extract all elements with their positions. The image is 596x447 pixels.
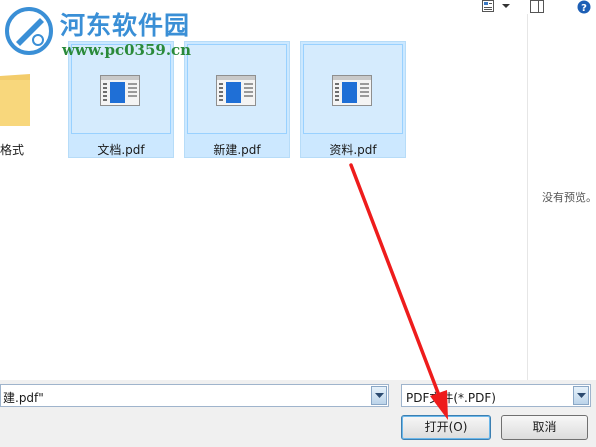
preview-pane-icon[interactable]	[530, 0, 544, 13]
preview-pane: 没有预览。	[528, 14, 596, 380]
file-name: 文档.pdf	[97, 143, 145, 157]
open-button[interactable]: 打开(O)	[401, 415, 491, 440]
filename-combobox[interactable]: 建.pdf"	[0, 384, 389, 407]
filename-value: 建.pdf"	[3, 391, 44, 405]
file-thumbnail	[303, 44, 403, 134]
filename-dropdown-button[interactable]	[371, 386, 387, 405]
dialog-footer: 建.pdf" PDF文件(*.PDF) 打开(O) 取消	[0, 380, 596, 447]
pdf-document-icon	[100, 75, 140, 106]
help-icon[interactable]: ?	[577, 0, 591, 14]
watermark-logo-icon	[5, 7, 53, 55]
file-name: 新建.pdf	[213, 143, 261, 157]
watermark: 河东软件园 www.pc0359.cn	[0, 0, 210, 70]
watermark-title: 河东软件园	[60, 11, 191, 40]
chevron-down-icon	[375, 393, 384, 398]
file-type-dropdown-button[interactable]	[573, 386, 589, 405]
pdf-document-icon	[216, 75, 256, 106]
file-item[interactable]: 资料.pdf	[300, 41, 406, 158]
file-type-value: PDF文件(*.PDF)	[406, 391, 496, 405]
view-options-icon[interactable]	[482, 0, 494, 12]
chevron-down-icon	[577, 393, 586, 398]
chevron-down-icon[interactable]	[501, 1, 511, 11]
svg-text:?: ?	[581, 3, 587, 14]
preview-empty-text: 没有预览。	[542, 191, 596, 204]
watermark-url: www.pc0359.cn	[62, 41, 192, 59]
toolbar: ?	[466, 0, 596, 16]
pdf-document-icon	[332, 75, 372, 106]
cancel-button[interactable]: 取消	[501, 415, 588, 440]
folder-label: 格式	[0, 143, 25, 157]
file-type-select[interactable]: PDF文件(*.PDF)	[401, 384, 591, 407]
file-name: 资料.pdf	[329, 143, 377, 157]
